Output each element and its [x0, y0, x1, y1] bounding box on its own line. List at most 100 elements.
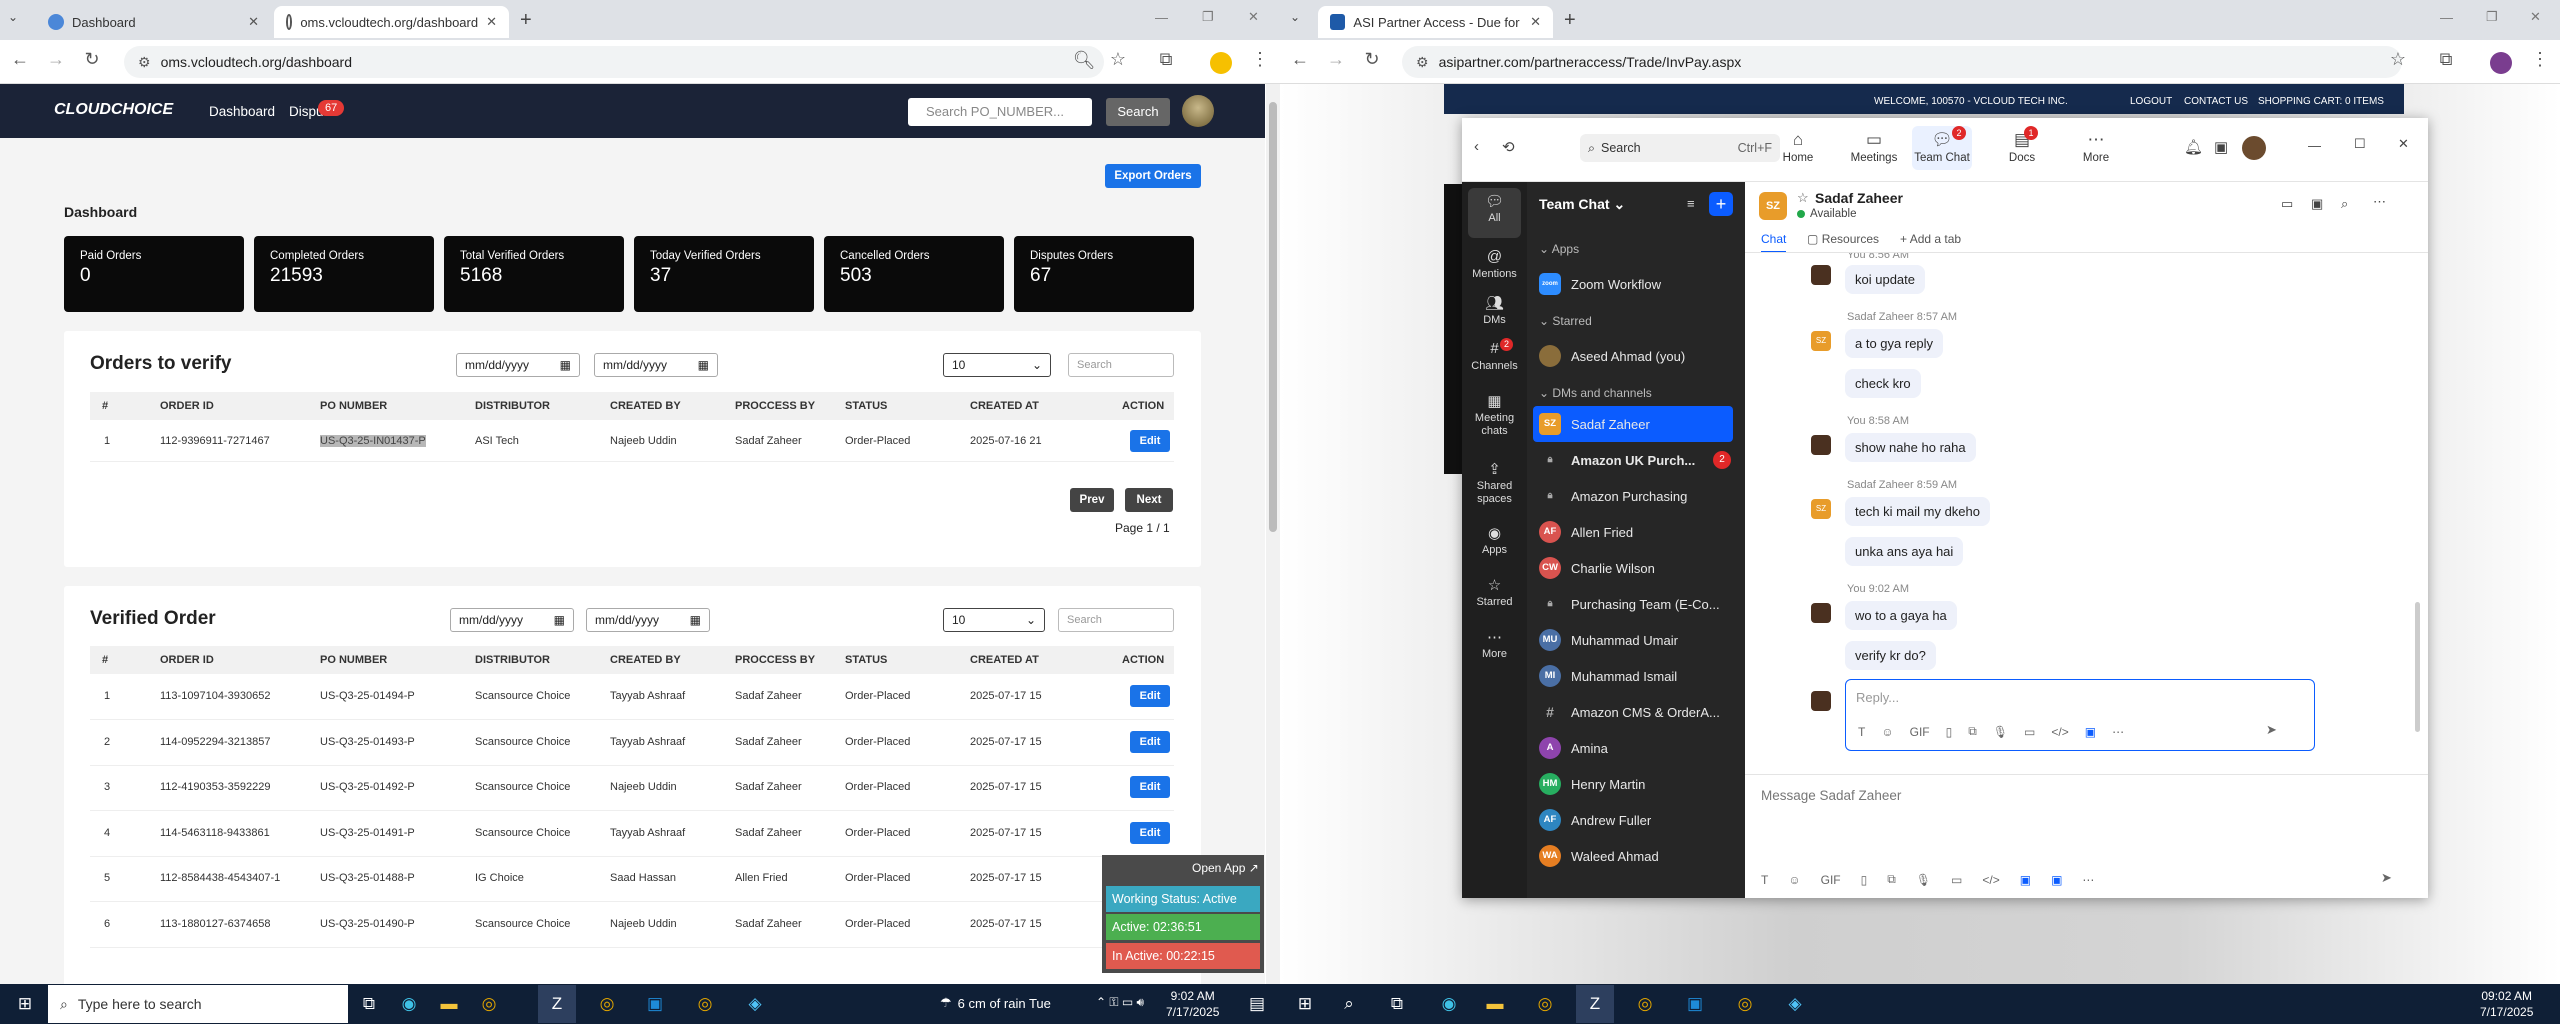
tab-resources[interactable]: ▢ Resources	[1807, 232, 1879, 246]
zoom-search-box[interactable]: ⌕ Search Ctrl+F	[1580, 134, 1780, 162]
bookmark-star-icon[interactable]: ☆	[2386, 49, 2410, 70]
restore-icon[interactable]: ❐	[2486, 9, 2498, 25]
edit-button[interactable]: Edit	[1130, 429, 1170, 452]
close-icon[interactable]: ✕	[2398, 136, 2409, 152]
tab-asi-partner[interactable]: ASI Partner Access - Due for Pa ✕	[1318, 6, 1553, 38]
audio-icon[interactable]: 🎙︎	[1916, 873, 1931, 887]
task-view-icon[interactable]: ⧉	[1378, 985, 1416, 1023]
forward-icon[interactable]: →	[44, 49, 68, 70]
outlook-icon[interactable]: ▣	[1676, 985, 1714, 1023]
code-icon[interactable]: </>	[2051, 725, 2068, 739]
search-icon[interactable]: ⌕	[1330, 985, 1368, 1023]
back-icon[interactable]: ‹	[1474, 138, 1479, 155]
end-date-input[interactable]: mm/dd/yyyy ▦	[594, 353, 718, 377]
contact-us-link[interactable]: CONTACT US	[2184, 96, 2248, 107]
menu-icon[interactable]: ⋮	[1248, 49, 1272, 70]
section-apps[interactable]: ⌄ Apps	[1539, 242, 1579, 256]
profile-avatar[interactable]	[2490, 52, 2512, 74]
minimize-icon[interactable]: —	[2308, 138, 2321, 153]
table-search-input[interactable]: Search	[1058, 608, 1174, 632]
chat-list-item[interactable]: HM Henry Martin	[1527, 766, 1745, 802]
zoom-app-icon[interactable]: Z	[538, 985, 576, 1023]
message-bubble[interactable]: tech ki mail my dkeho	[1845, 497, 1990, 526]
chrome-icon[interactable]: ◎	[1526, 985, 1564, 1023]
extensions-icon[interactable]: ⧉	[2434, 49, 2458, 70]
right-address-bar[interactable]: ⚙ asipartner.com/partneraccess/Trade/Inv…	[1402, 46, 2402, 78]
file-icon[interactable]: ▯	[1946, 725, 1953, 739]
chrome-icon[interactable]: ◎	[1726, 985, 1764, 1023]
tab-oms-dashboard[interactable]: oms.vcloudtech.org/dashboard ✕	[274, 6, 509, 38]
new-tab-button[interactable]: +	[520, 9, 532, 32]
edit-button[interactable]: Edit	[1130, 776, 1170, 799]
chat-list-item[interactable]: SZ Sadaf Zaheer	[1533, 406, 1733, 442]
format-icon[interactable]: T	[1761, 873, 1768, 887]
emoji-icon[interactable]: ☺	[1788, 873, 1800, 887]
bookmark-star-icon[interactable]: ☆	[1106, 49, 1130, 70]
start-date-input[interactable]: mm/dd/yyyy ▦	[456, 353, 580, 377]
scroll-thumb[interactable]	[1269, 102, 1277, 532]
message-bubble[interactable]: check kro	[1845, 369, 1921, 398]
end-date-input[interactable]: mm/dd/yyyy ▦	[586, 608, 710, 632]
message-bubble[interactable]: unka ans aya hai	[1845, 537, 1964, 566]
chat-avatar[interactable]: SZ	[1759, 192, 1787, 220]
reload-icon[interactable]: ↻	[80, 49, 104, 70]
message-bubble[interactable]: koi update	[1845, 265, 1925, 294]
back-icon[interactable]: ←	[1288, 49, 1312, 70]
app-icon[interactable]: ◈	[736, 985, 774, 1023]
open-app-link[interactable]: Open App ↗	[1192, 861, 1259, 875]
search-icon[interactable]: ⌕	[2341, 196, 2348, 212]
tab-search-icon[interactable]: ⌄	[8, 10, 18, 24]
chat-list-item[interactable]: CW Charlie Wilson	[1527, 550, 1745, 586]
side-meeting-chats[interactable]: ▦ Meeting chats	[1462, 392, 1527, 438]
export-orders-button[interactable]: Export Orders	[1105, 164, 1201, 188]
screen-share-icon[interactable]: ▣	[2214, 138, 2228, 156]
audio-icon[interactable]: 🎙︎	[1993, 725, 2008, 739]
chat-list-item[interactable]: MI Muhammad Ismail	[1527, 658, 1745, 694]
file-explorer-icon[interactable]: ▬	[1476, 985, 1514, 1023]
restore-icon[interactable]: ❐	[1202, 9, 1214, 25]
file-explorer-icon[interactable]: ▬	[430, 985, 468, 1023]
top-nav-more[interactable]: ⋯ More	[2066, 130, 2126, 164]
top-nav-meetings[interactable]: ▭ Meetings	[1844, 130, 1904, 164]
side-channels[interactable]: # Channels	[1462, 340, 1527, 372]
close-icon[interactable]: ✕	[1530, 14, 1541, 30]
code-icon[interactable]: </>	[1982, 873, 1999, 887]
chat-list-item[interactable]: AF Andrew Fuller	[1527, 802, 1745, 838]
logout-link[interactable]: LOGOUT	[2130, 96, 2172, 107]
profile-avatar[interactable]	[2242, 136, 2266, 160]
section-starred[interactable]: ⌄ Starred	[1539, 314, 1592, 328]
message-bubble[interactable]: show nahe ho raha	[1845, 433, 1976, 462]
more-icon[interactable]: ⋯	[2082, 873, 2094, 887]
maximize-icon[interactable]: ☐	[2354, 136, 2366, 152]
chat-list-item[interactable]: 🔒︎ Purchasing Team (E-Co...	[1527, 586, 1745, 622]
bell-icon[interactable]: 🔔︎	[2184, 138, 2203, 156]
menu-icon[interactable]: ⋮	[2528, 49, 2552, 70]
tab-add[interactable]: + Add a tab	[1900, 232, 1961, 246]
calendar-icon[interactable]: ▦	[554, 613, 565, 627]
calendar-icon[interactable]: ▦	[560, 358, 571, 372]
chat-list-item[interactable]: Aseed Ahmad (you)	[1527, 338, 1745, 374]
profile-avatar[interactable]	[1210, 52, 1232, 74]
search-button[interactable]: Search	[1106, 98, 1170, 126]
po-search-input[interactable]: Search PO_NUMBER...	[908, 98, 1092, 126]
minimize-icon[interactable]: —	[1155, 10, 1168, 25]
tray-icons[interactable]: ⌃ ⚿ ▭ 🔊︎	[1096, 995, 1144, 1010]
zoom-icon[interactable]: 🔍︎	[1072, 50, 1096, 71]
chat-list-item[interactable]: AF Allen Fried	[1527, 514, 1745, 550]
side-apps[interactable]: ◉ Apps	[1462, 524, 1527, 556]
message-bubble[interactable]: a to gya reply	[1845, 329, 1944, 358]
page-size-select[interactable]: 10 ⌄	[943, 353, 1051, 377]
chat-list-item[interactable]: A Amina	[1527, 730, 1745, 766]
clock[interactable]: 09:02 AM 7/17/2025	[2480, 988, 2533, 1020]
close-icon[interactable]: ✕	[248, 14, 259, 30]
history-icon[interactable]: ⟲	[1502, 138, 1515, 156]
calendar-icon[interactable]: ▦	[690, 613, 701, 627]
side-starred[interactable]: ☆ Starred	[1462, 576, 1527, 608]
message-input[interactable]: Message Sadaf Zaheer	[1761, 788, 1901, 803]
nav-dashboard[interactable]: Dashboard	[209, 104, 275, 119]
more-options-icon[interactable]: ⋯	[2373, 194, 2386, 210]
chat-list-item[interactable]: MU Muhammad Umair	[1527, 622, 1745, 658]
prev-button[interactable]: Prev	[1070, 488, 1114, 512]
chat-list-item[interactable]: 🔒︎ Amazon UK Purch... 2	[1527, 442, 1745, 478]
list-title[interactable]: Team Chat ⌄	[1539, 196, 1625, 213]
